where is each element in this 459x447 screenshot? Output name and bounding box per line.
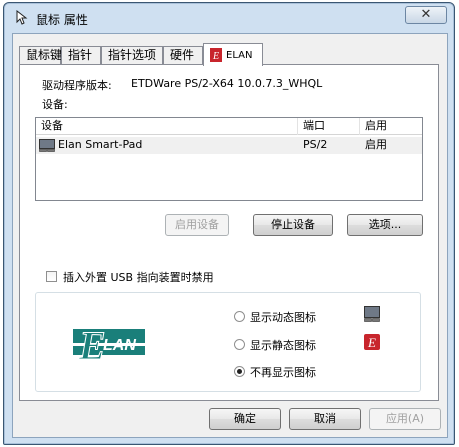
svg-text:LAN: LAN [103, 337, 136, 354]
mouse-properties-window: 鼠标 属性 ✕ 鼠标键 指针 指针选项 硬件 E ELAN 驱动程序版本: ET… [3, 2, 455, 445]
svg-text:E: E [367, 335, 376, 350]
device-port: PS/2 [303, 138, 328, 151]
show-static-icon-label: 显示静态图标 [250, 339, 316, 352]
radio-hide-icon[interactable] [234, 366, 245, 377]
mouse-pointer-icon [16, 10, 28, 25]
title-bar[interactable]: 鼠标 属性 ✕ [4, 3, 454, 33]
usb-disable-checkbox[interactable] [46, 271, 57, 282]
options-button[interactable]: 选项... [347, 214, 423, 236]
svg-text:E: E [78, 323, 106, 368]
tab-mouse-buttons[interactable]: 鼠标键 [19, 46, 62, 65]
device-enabled: 启用 [365, 138, 387, 151]
close-button[interactable]: ✕ [405, 6, 447, 24]
enable-device-button[interactable]: 启用设备 [165, 214, 229, 236]
cancel-button[interactable]: 取消 [289, 408, 361, 430]
device-name: Elan Smart-Pad [58, 138, 143, 151]
touchpad-icon [39, 139, 55, 152]
table-row[interactable]: Elan Smart-Pad PS/2 启用 [36, 137, 422, 154]
tab-pointers[interactable]: 指针 [61, 46, 101, 65]
apply-button[interactable]: 应用(A) [369, 408, 441, 430]
touchpad-icon [364, 306, 380, 322]
stop-device-button[interactable]: 停止设备 [253, 214, 333, 236]
tab-hardware[interactable]: 硬件 [163, 46, 203, 65]
svg-text:E: E [212, 51, 219, 62]
column-header-port[interactable]: 端口 [298, 118, 360, 135]
show-animated-icon-label: 显示动态图标 [250, 311, 316, 324]
devices-label: 设备: [42, 98, 68, 111]
close-icon: ✕ [420, 7, 432, 22]
elan-red-icon: E [364, 334, 380, 350]
driver-version-value: ETDWare PS/2-X64 10.0.7.3_WHQL [131, 77, 323, 90]
dialog-body: 鼠标键 指针 指针选项 硬件 E ELAN 驱动程序版本: ETDWare PS… [12, 33, 448, 438]
column-header-enabled[interactable]: 启用 [360, 118, 422, 135]
device-list-header: 设备 端口 启用 [36, 118, 422, 135]
device-list[interactable]: 设备 端口 启用 Elan Smart-Pad PS/2 启用 [35, 117, 423, 201]
tray-icon-group: E LAN 显示动态图标 显示静态图标 E 不再显示图标 [35, 292, 421, 392]
usb-disable-label: 插入外置 USB 指向装置时禁用 [63, 271, 214, 284]
tab-elan[interactable]: E ELAN [203, 43, 263, 66]
radio-show-animated-icon[interactable] [234, 311, 245, 322]
window-title: 鼠标 属性 [36, 13, 88, 27]
tab-pointer-options[interactable]: 指针选项 [101, 46, 163, 65]
ok-button[interactable]: 确定 [209, 408, 281, 430]
radio-show-static-icon[interactable] [234, 339, 245, 350]
column-header-device[interactable]: 设备 [36, 118, 298, 135]
hide-icon-label: 不再显示图标 [250, 366, 316, 379]
driver-version-label: 驱动程序版本: [42, 79, 112, 92]
elan-red-icon: E [210, 47, 222, 62]
elan-logo: E LAN [71, 317, 147, 369]
